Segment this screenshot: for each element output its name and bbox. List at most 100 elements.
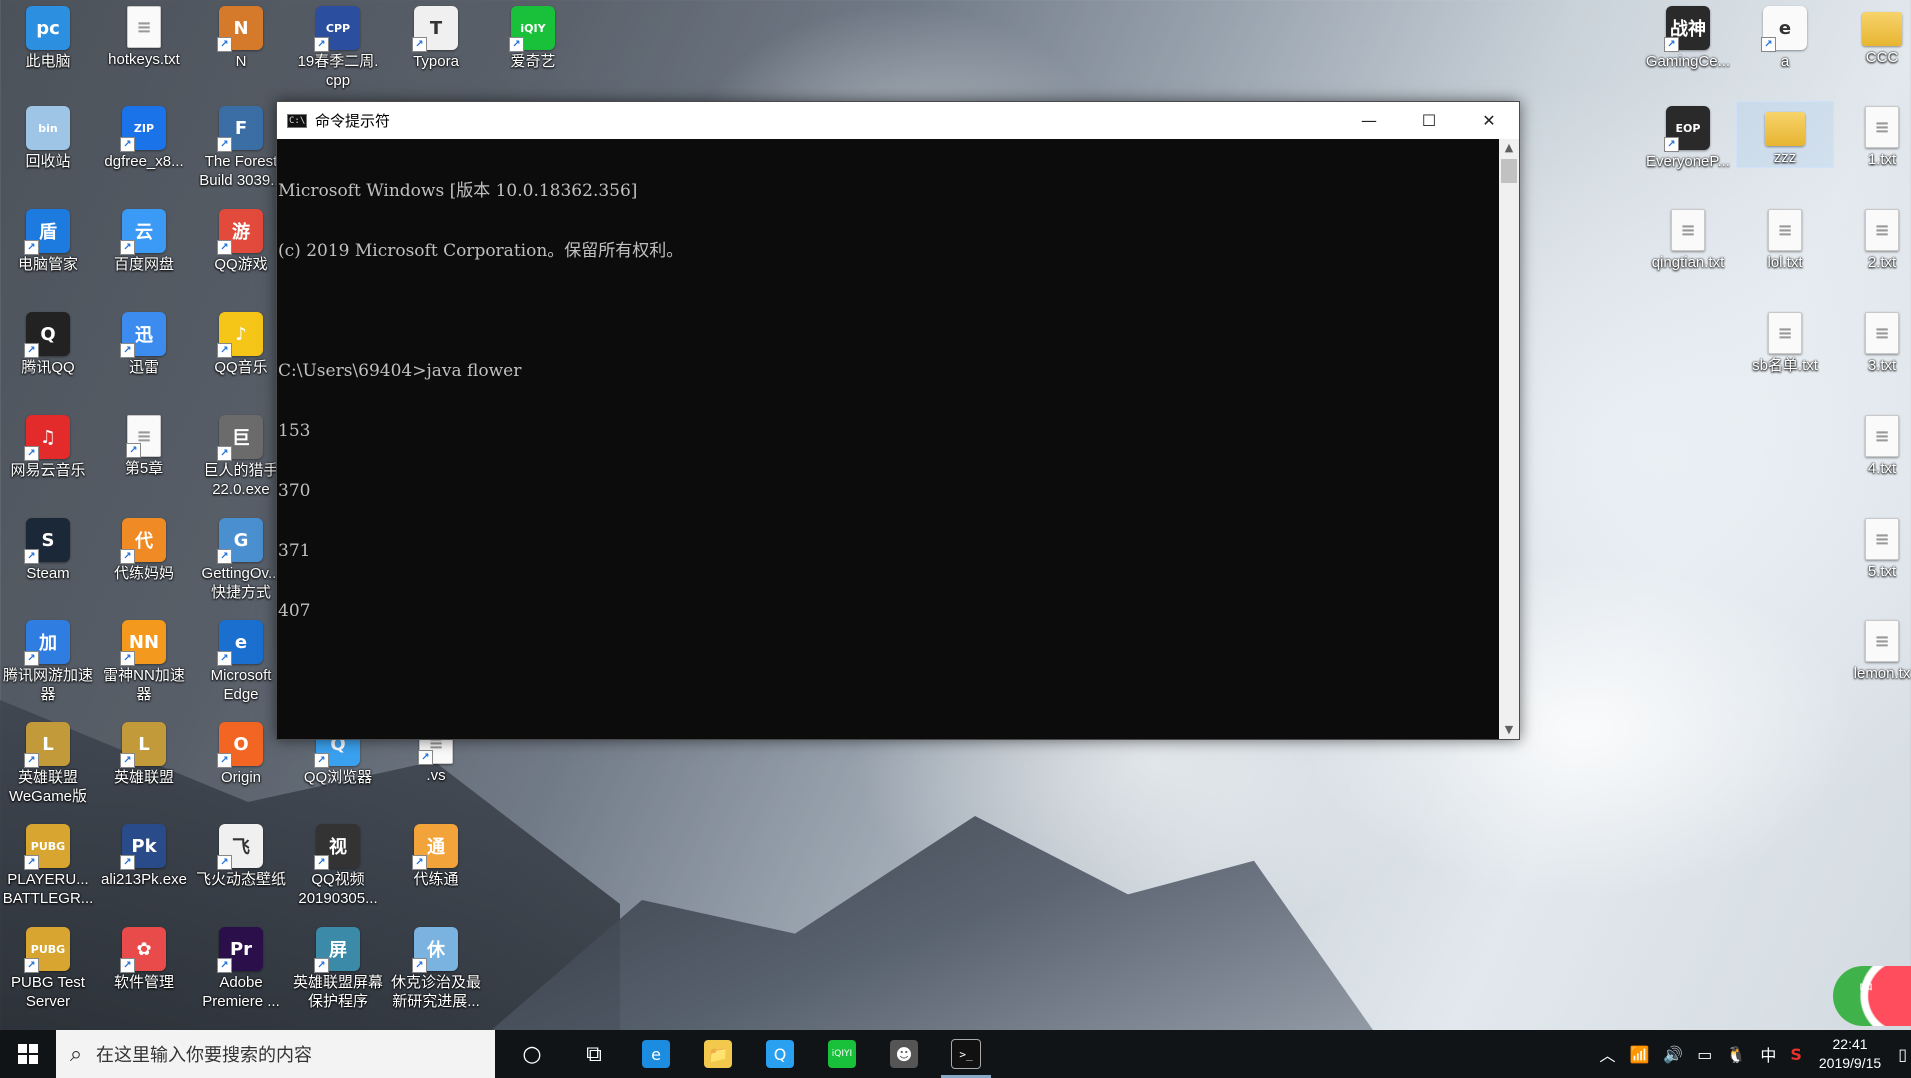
qq-tray-icon[interactable]: 🐧 <box>1726 1045 1746 1064</box>
desktop-icon[interactable]: 云 ↗ 百度网盘 <box>96 205 192 274</box>
desktop-icon[interactable]: ≡ 2.txt <box>1834 205 1911 272</box>
desktop-icon[interactable]: L ↗ 英雄联盟 <box>96 718 192 787</box>
search-icon: ⌕ <box>69 1041 83 1067</box>
sogou-ime-icon[interactable]: S <box>1790 1045 1802 1064</box>
taskbar-search-box[interactable]: ⌕ 在这里输入你要搜索的内容 <box>56 1030 495 1078</box>
taskbar-iqiyi-button[interactable]: iQIYI <box>811 1030 873 1078</box>
vertical-scrollbar[interactable]: ▲ ▼ <box>1499 139 1519 739</box>
desktop-icon[interactable]: G ↗ GettingOv... 快捷方式 <box>193 514 289 602</box>
taskbar-edge-button[interactable]: e <box>625 1030 687 1078</box>
desktop-icon[interactable]: 巨 ↗ 巨人的猎手 22.0.exe <box>193 411 289 499</box>
desktop-icon[interactable]: ≡ hotkeys.txt <box>96 2 192 69</box>
desktop-icon-label: 英雄联盟 WeGame版 <box>8 769 88 805</box>
desktop-icon[interactable]: ≡ 1.txt <box>1834 102 1911 169</box>
scroll-down-arrow-icon[interactable]: ▼ <box>1499 721 1519 739</box>
desktop-icon[interactable]: CCC <box>1834 2 1911 67</box>
start-button[interactable] <box>0 1030 56 1078</box>
desktop-icon[interactable]: 屏 ↗ 英雄联盟屏幕 保护程序 <box>290 923 386 1011</box>
desktop-icon[interactable]: CPP ↗ 19春季二周. cpp <box>290 2 386 90</box>
notification-icon[interactable]: ▯ <box>1898 1045 1907 1064</box>
cortana-icon: ○ <box>522 1041 542 1067</box>
window-title: 命令提示符 <box>315 113 391 130</box>
taskbar-file-explorer-button[interactable]: 📁 <box>687 1030 749 1078</box>
scroll-thumb[interactable] <box>1501 159 1517 183</box>
desktop-icon[interactable]: bin 回收站 <box>0 102 96 171</box>
desktop-icon[interactable]: 加 ↗ 腾讯网游加速 器 <box>0 616 96 704</box>
cmd-icon: >_ <box>951 1039 981 1069</box>
app-icon: 迅 ↗ <box>120 312 166 358</box>
desktop-icon[interactable]: 通 ↗ 代练通 <box>388 820 484 889</box>
show-hidden-icons-chevron-icon[interactable]: ︿ <box>1599 1042 1615 1066</box>
desktop-icon[interactable]: ≡ 5.txt <box>1834 514 1911 581</box>
ime-indicator[interactable]: 中 <box>1760 1042 1776 1066</box>
shortcut-arrow-icon: ↗ <box>217 137 232 152</box>
desktop-icon[interactable]: ZIP ↗ dgfree_x8... <box>96 102 192 171</box>
desktop-icon[interactable]: 盾 ↗ 电脑管家 <box>0 205 96 274</box>
taskbar-qq-browser-button[interactable]: Q <box>749 1030 811 1078</box>
desktop-icon[interactable]: 休 ↗ 休克诊治及最 新研究进展... <box>388 923 484 1011</box>
desktop-icon-label: .vs <box>426 767 446 784</box>
desktop-icon-label: qingtian.txt <box>1651 254 1725 271</box>
taskbar-task-view-button[interactable]: ⧉ <box>563 1030 625 1078</box>
desktop-icon[interactable]: PUBG ↗ PLAYERU... BATTLEGR... <box>0 820 96 908</box>
watermelon-widget[interactable]: 中 <box>1833 966 1911 1026</box>
battery-icon[interactable]: ▭ <box>1697 1045 1712 1064</box>
desktop-icon[interactable]: PUBG ↗ PUBG Test Server <box>0 923 96 1011</box>
desktop-icon[interactable]: ♪ ↗ QQ音乐 <box>193 308 289 377</box>
taskbar-cmd-button[interactable]: >_ <box>935 1030 997 1078</box>
desktop-icon-label: 代练妈妈 <box>113 565 174 582</box>
desktop-icon[interactable]: O ↗ Origin <box>193 718 289 787</box>
cmd-window[interactable]: C:\ 命令提示符 — ☐ ✕ Microsoft Windows [版本 10… <box>276 101 1520 740</box>
minimize-button[interactable]: — <box>1339 102 1399 139</box>
windows-logo-icon <box>18 1044 38 1064</box>
app-icon: ✿ ↗ <box>120 927 166 973</box>
app-icon: Pr ↗ <box>217 927 263 973</box>
desktop-icon[interactable]: NN ↗ 雷神NN加速 器 <box>96 616 192 704</box>
maximize-button[interactable]: ☐ <box>1399 102 1459 139</box>
desktop-icon[interactable]: S ↗ Steam <box>0 514 96 583</box>
desktop-icon[interactable]: ≡ sb名单.txt <box>1737 308 1833 375</box>
desktop-icon[interactable]: 游 ↗ QQ游戏 <box>193 205 289 274</box>
desktop-icon[interactable]: F ↗ The Forest Build 3039... <box>193 102 289 190</box>
desktop-icon[interactable]: L ↗ 英雄联盟 WeGame版 <box>0 718 96 806</box>
app-icon: Q ↗ <box>24 312 70 358</box>
desktop-icon[interactable]: e ↗ Microsoft Edge <box>193 616 289 704</box>
desktop-icon-label: dgfree_x8... <box>104 153 184 170</box>
desktop-icon[interactable]: Pr ↗ Adobe Premiere ... <box>193 923 289 1011</box>
desktop-icon-label: Steam <box>26 565 70 582</box>
desktop-icon[interactable]: 代 ↗ 代练妈妈 <box>96 514 192 583</box>
desktop-icon[interactable]: ≡ ↗ 第5章 <box>96 411 192 478</box>
desktop-icon[interactable]: ≡ 4.txt <box>1834 411 1911 478</box>
taskbar-cortana-button[interactable]: ○ <box>501 1030 563 1078</box>
taskbar-avatar-app-button[interactable]: ☻ <box>873 1030 935 1078</box>
app-icon: ♫ ↗ <box>24 415 70 461</box>
desktop-icon[interactable]: ♫ ↗ 网易云音乐 <box>0 411 96 480</box>
desktop-icon[interactable]: zzz <box>1736 101 1834 168</box>
desktop-icon[interactable]: Q ↗ 腾讯QQ <box>0 308 96 377</box>
desktop-icon[interactable]: N ↗ N <box>193 2 289 71</box>
network-icon[interactable]: 📶 <box>1629 1045 1649 1064</box>
close-button[interactable]: ✕ <box>1459 102 1519 139</box>
desktop-icon[interactable]: pc 此电脑 <box>0 2 96 71</box>
clock[interactable]: 22:41 2019/9/15 <box>1819 1035 1881 1073</box>
desktop-icon[interactable]: ≡ lemon.tx <box>1834 616 1911 683</box>
desktop-icon[interactable]: T ↗ Typora <box>388 2 484 71</box>
desktop-icon[interactable]: ≡ qingtian.txt <box>1640 205 1736 272</box>
desktop-icon[interactable]: 飞 ↗ 飞火动态壁纸 <box>193 820 289 889</box>
console-output[interactable]: Microsoft Windows [版本 10.0.18362.356] (c… <box>277 139 1500 739</box>
desktop-icon[interactable]: e ↗ a <box>1737 2 1833 71</box>
volume-icon[interactable]: 🔊 <box>1663 1045 1683 1064</box>
app-icon: 通 ↗ <box>412 824 458 870</box>
scroll-up-arrow-icon[interactable]: ▲ <box>1499 139 1519 157</box>
cmd-title-bar[interactable]: C:\ 命令提示符 — ☐ ✕ <box>277 102 1519 139</box>
desktop-icon[interactable]: ≡ lol.txt <box>1737 205 1833 272</box>
desktop-icon[interactable]: 战神 ↗ GamingCe... <box>1640 2 1736 71</box>
desktop-icon[interactable]: 迅 ↗ 迅雷 <box>96 308 192 377</box>
desktop-icon-label: ali213Pk.exe <box>101 871 187 888</box>
desktop-icon[interactable]: ≡ 3.txt <box>1834 308 1911 375</box>
desktop-icon[interactable]: ✿ ↗ 软件管理 <box>96 923 192 992</box>
desktop-icon[interactable]: iQIY ↗ 爱奇艺 <box>485 2 581 71</box>
desktop-icon[interactable]: Pk ↗ ali213Pk.exe <box>96 820 192 889</box>
desktop-icon[interactable]: EOP ↗ EveryoneP... <box>1640 102 1736 171</box>
desktop-icon[interactable]: 视 ↗ QQ视频 20190305... <box>290 820 386 908</box>
